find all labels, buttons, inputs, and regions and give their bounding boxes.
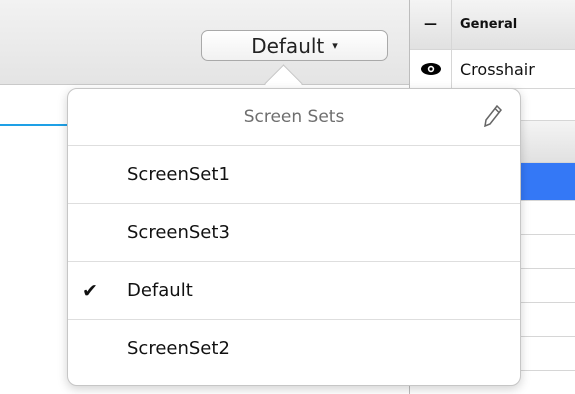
- screen-sets-popover: Screen Sets ScreenSet1 ScreenSet3 ✔ Defa…: [67, 88, 521, 386]
- screen-set-dropdown-button[interactable]: Default ▾: [201, 30, 388, 61]
- popover-title: Screen Sets: [243, 107, 345, 127]
- screen-set-item-label: ScreenSet2: [127, 338, 230, 359]
- pencil-icon[interactable]: [484, 104, 503, 132]
- checkmark-icon: ✔: [82, 280, 98, 302]
- screen-set-item-screenset3[interactable]: ScreenSet3: [68, 203, 520, 261]
- panel-header-general: General: [460, 17, 518, 32]
- eye-icon[interactable]: [410, 50, 452, 88]
- panel-row-label: Crosshair: [460, 59, 535, 79]
- screen-set-item-label: ScreenSet1: [127, 164, 230, 185]
- screen-set-item-screenset2[interactable]: ScreenSet2: [68, 319, 520, 377]
- panel-row-crosshair[interactable]: Crosshair: [410, 50, 575, 89]
- screen-set-item-screenset1[interactable]: ScreenSet1: [68, 145, 520, 203]
- blue-guide-line: [0, 124, 70, 126]
- screen-set-item-label: ScreenSet3: [127, 222, 230, 243]
- toolbar: Default ▾: [0, 0, 410, 85]
- collapse-button[interactable]: —: [410, 0, 452, 49]
- screen-set-item-default[interactable]: ✔ Default: [68, 261, 520, 319]
- caret-down-icon: ▾: [332, 39, 338, 52]
- screen-set-item-label: Default: [127, 280, 193, 301]
- screen-set-button-label: Default: [251, 33, 325, 58]
- panel-header-row: — General: [410, 0, 575, 50]
